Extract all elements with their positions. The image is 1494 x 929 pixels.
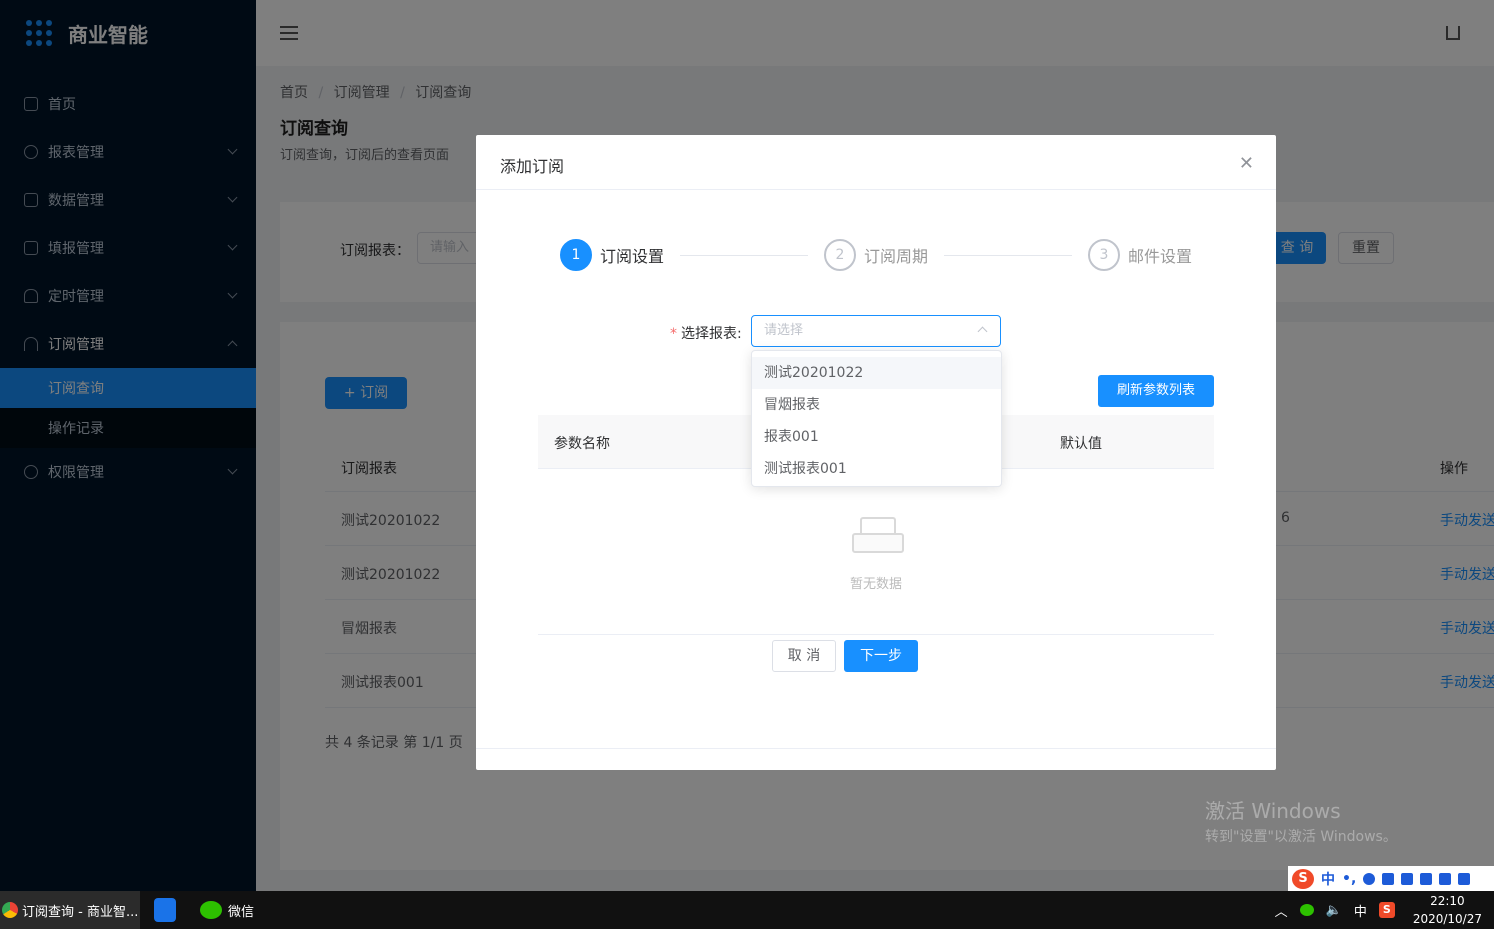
step-number: 2 — [824, 239, 856, 271]
step-connector — [944, 255, 1072, 256]
step-number: 3 — [1088, 239, 1120, 271]
grid-icon[interactable] — [1458, 872, 1471, 885]
select-report-label: * 选择报表: — [670, 323, 742, 343]
ime-toolbar: S 中 •, — [1288, 866, 1494, 891]
speaker-icon[interactable]: 🔈 — [1326, 903, 1342, 918]
dialog-footer-divider — [476, 748, 1276, 749]
chrome-icon — [2, 902, 18, 918]
dropdown-option[interactable]: 测试报表001 — [752, 453, 1001, 485]
ime-lang[interactable]: 中 — [1321, 869, 1335, 889]
required-asterisk: * — [670, 326, 677, 342]
wechat-tray-icon[interactable] — [1299, 904, 1314, 916]
step-connector — [680, 255, 808, 256]
clock[interactable]: 22:10 2020/10/27 — [1413, 893, 1482, 927]
dropdown-option[interactable]: 测试20201022 — [752, 357, 1001, 389]
sogou-icon[interactable]: S — [1292, 868, 1314, 889]
report-dropdown: 测试20201022 冒烟报表 报表001 测试报表001 — [751, 350, 1002, 487]
watermark-line2: 转到"设置"以激活 Windows。 — [1205, 829, 1397, 845]
keyboard-icon[interactable] — [1401, 872, 1414, 885]
select-report-label-text: 选择报表: — [681, 326, 742, 342]
step-label: 订阅设置 — [600, 247, 665, 266]
taskbar-app-security[interactable] — [142, 891, 176, 929]
shirt-icon[interactable] — [1439, 872, 1452, 885]
tray-ime-lang[interactable]: 中 — [1354, 901, 1367, 920]
sogou-tray-icon[interactable]: S — [1378, 902, 1395, 918]
user-icon[interactable] — [1420, 872, 1433, 885]
refresh-params-button[interactable]: 刷新参数列表 — [1098, 375, 1214, 407]
step-1: 1 订阅设置 — [560, 239, 664, 271]
windows-activation-watermark: 激活 Windows 转到"设置"以激活 Windows。 — [1205, 795, 1397, 846]
report-select[interactable]: 请选择 — [751, 315, 1001, 347]
taskbar-app-label: 订阅查询 - 商业智... — [22, 904, 139, 920]
chevron-up-icon[interactable]: ︿ — [1275, 901, 1288, 920]
clock-time: 22:10 — [1430, 894, 1465, 908]
clock-date: 2020/10/27 — [1412, 912, 1482, 926]
taskbar-app-wechat[interactable]: 微信 — [200, 891, 254, 929]
dropdown-option[interactable]: 冒烟报表 — [752, 389, 1001, 421]
wechat-icon — [200, 901, 222, 919]
empty-text: 暂无数据 — [849, 577, 902, 592]
taskbar-app-label: 微信 — [228, 904, 255, 920]
step-2: 2 订阅周期 — [824, 239, 928, 271]
next-step-button[interactable]: 下一步 — [844, 640, 918, 672]
cancel-button[interactable]: 取 消 — [772, 640, 836, 672]
ime-punct[interactable]: •, — [1342, 871, 1356, 887]
dialog-title: 添加订阅 — [476, 135, 1276, 190]
chevron-up-icon — [977, 326, 988, 337]
step-3: 3 邮件设置 — [1088, 239, 1192, 271]
close-icon[interactable]: ✕ — [1239, 153, 1254, 174]
emoji-icon[interactable] — [1363, 872, 1376, 885]
params-empty: 暂无数据 — [538, 469, 1214, 635]
empty-inbox-icon — [852, 517, 904, 553]
watermark-line1: 激活 Windows — [1205, 799, 1341, 823]
step-number: 1 — [560, 239, 592, 271]
column-header: 默认值 — [1060, 436, 1102, 452]
column-header: 参数名称 — [554, 436, 610, 452]
taskbar-app-browser[interactable]: 订阅查询 - 商业智... — [0, 891, 140, 929]
steps: 1 订阅设置 2 订阅周期 3 邮件设置 — [560, 239, 1200, 271]
system-tray: ︿ 🔈 中 S 22:10 2020/10/27 — [1275, 891, 1494, 929]
taskbar: 订阅查询 - 商业智... 微信 ︿ 🔈 中 S 22:10 2020/10/2… — [0, 891, 1494, 929]
step-label: 订阅周期 — [864, 247, 929, 266]
step-label: 邮件设置 — [1128, 247, 1193, 266]
microphone-icon[interactable] — [1382, 872, 1395, 885]
dropdown-option[interactable]: 报表001 — [752, 421, 1001, 453]
select-placeholder: 请选择 — [764, 323, 804, 338]
shield-icon — [154, 898, 176, 922]
